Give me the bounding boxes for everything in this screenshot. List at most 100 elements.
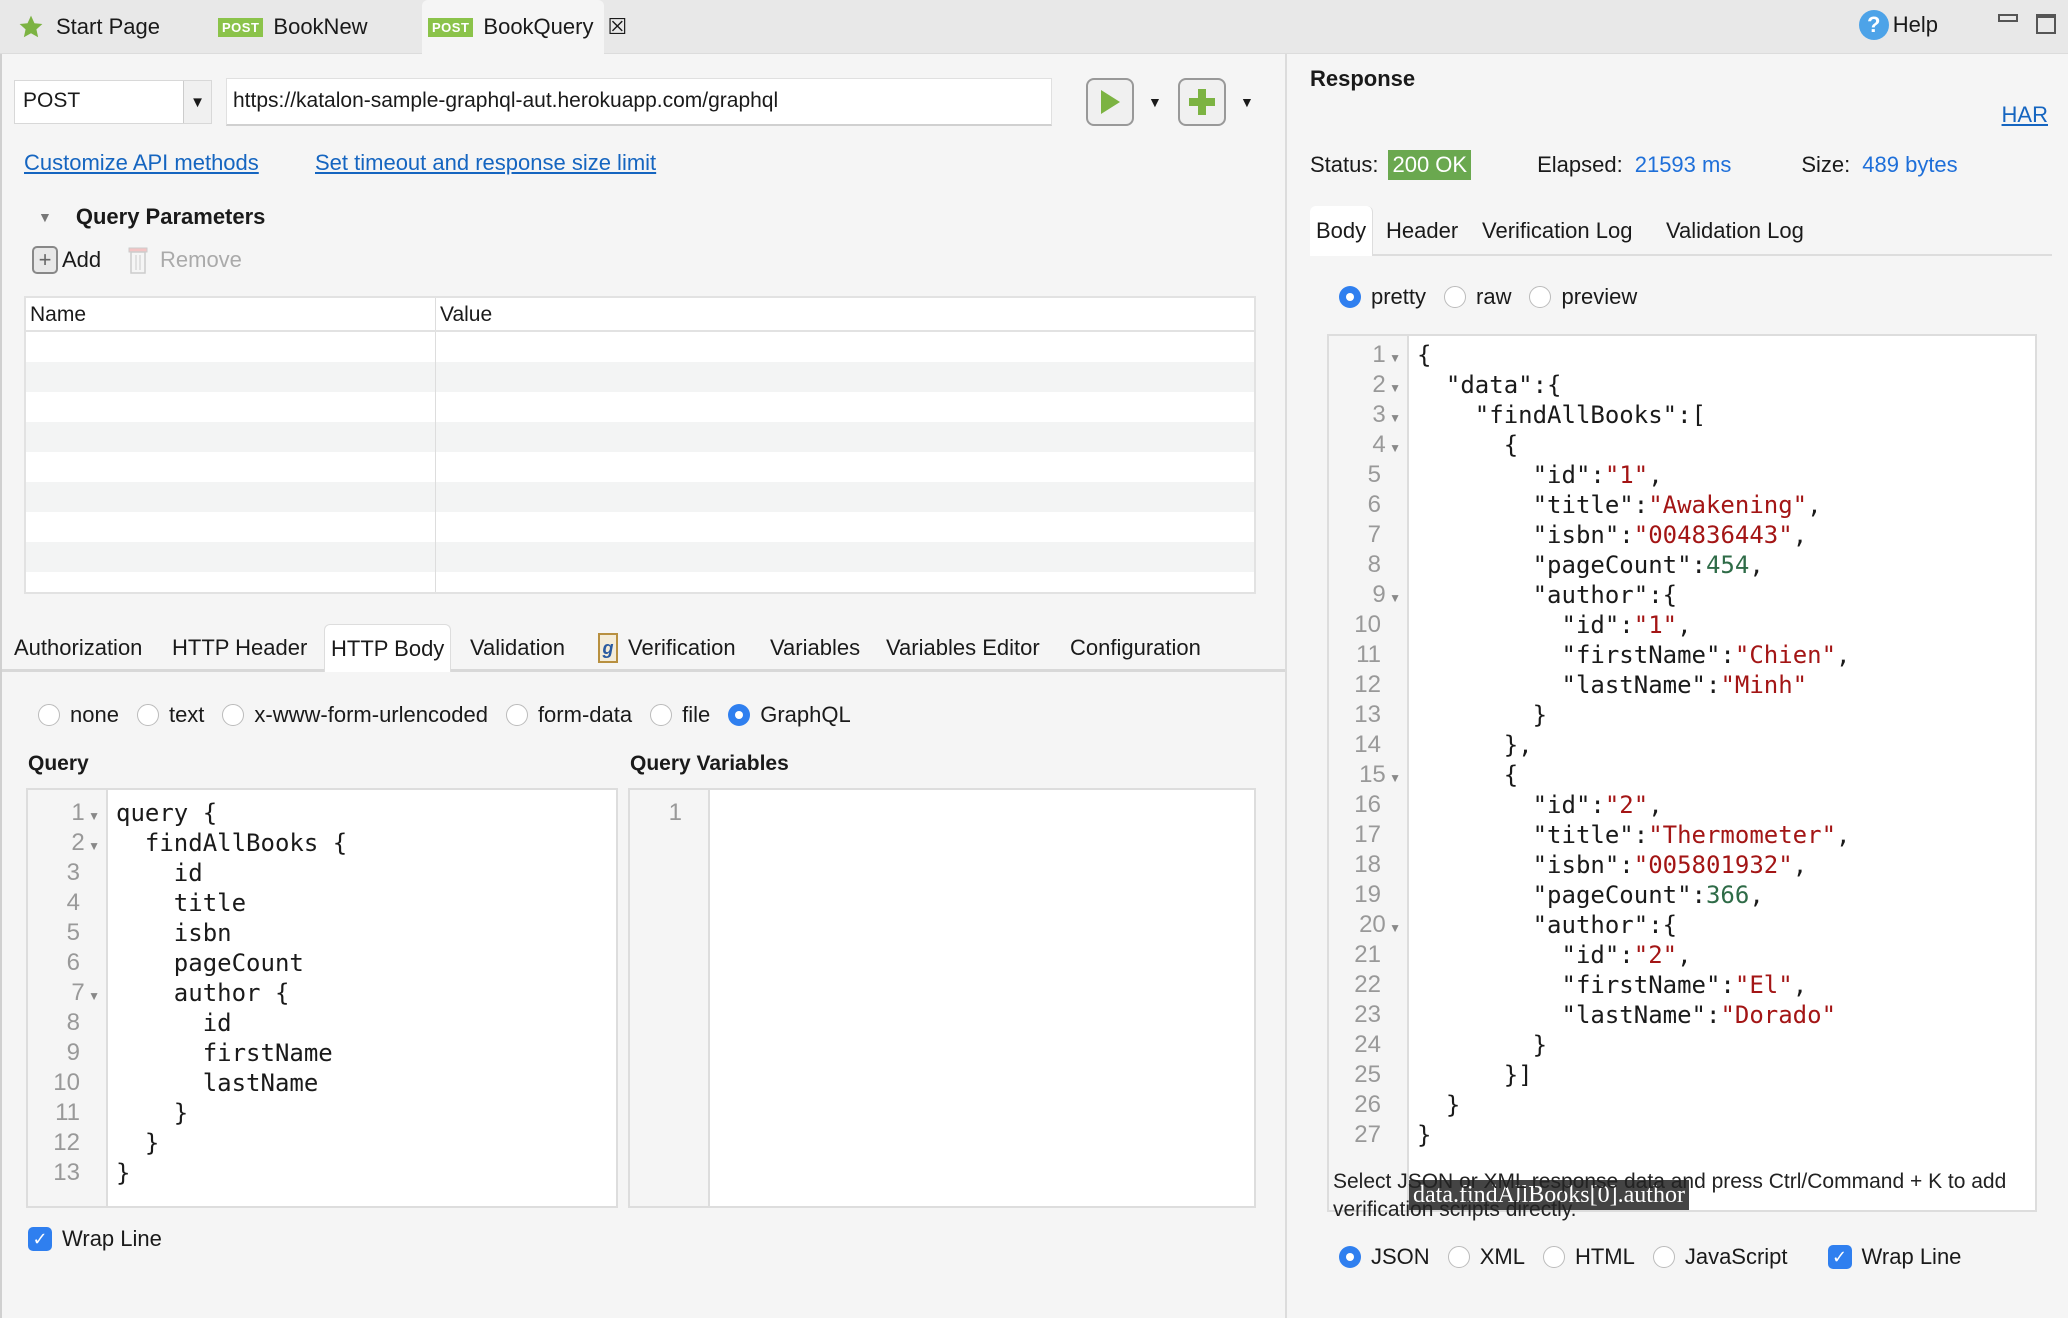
radio-raw[interactable]: raw xyxy=(1444,284,1511,310)
tab-authorization[interactable]: Authorization xyxy=(14,624,142,672)
table-row[interactable] xyxy=(26,422,1254,452)
chevron-down-icon[interactable]: ▼ xyxy=(183,81,211,123)
fold-toggle-icon[interactable]: ▼ xyxy=(1386,381,1401,395)
radio-label: x-www-form-urlencoded xyxy=(254,702,488,727)
add-button[interactable] xyxy=(1178,78,1226,126)
query-variables-editor[interactable]: 1 xyxy=(628,788,1256,1208)
run-dropdown-icon[interactable]: ▼ xyxy=(1148,94,1162,110)
url-input[interactable]: https://katalon-sample-graphql-aut.herok… xyxy=(226,78,1052,126)
tab-start-page[interactable]: Start Page xyxy=(12,0,166,54)
radio-selected-icon[interactable] xyxy=(728,704,751,726)
checkbox-checked-icon[interactable]: ✓ xyxy=(28,1227,52,1251)
radio-unselected-icon[interactable] xyxy=(650,704,673,726)
radio-xml[interactable]: XML xyxy=(1447,1244,1525,1270)
radio-graphql[interactable]: GraphQL xyxy=(728,702,851,728)
radio-selected-icon[interactable] xyxy=(1339,286,1361,308)
customize-api-methods-link[interactable]: Customize API methods xyxy=(24,150,259,176)
tab-variables[interactable]: Variables xyxy=(770,624,860,672)
radio-html[interactable]: HTML xyxy=(1542,1244,1635,1270)
query-parameters-header[interactable]: ▼ Query Parameters xyxy=(38,204,265,230)
radio-unselected-icon[interactable] xyxy=(1444,286,1467,308)
radio-unselected-icon[interactable] xyxy=(38,704,60,726)
help-label: Help xyxy=(1892,12,1938,37)
add-dropdown-icon[interactable]: ▼ xyxy=(1240,94,1254,110)
http-method-select[interactable]: POST ▼ xyxy=(14,80,212,124)
fold-toggle-icon[interactable]: ▼ xyxy=(1386,351,1401,365)
radio-javascript[interactable]: JavaScript xyxy=(1652,1244,1788,1270)
radio-text[interactable]: text xyxy=(136,702,204,728)
radio-unselected-icon[interactable] xyxy=(1447,1246,1470,1268)
table-row[interactable] xyxy=(26,362,1254,392)
tab-http-header[interactable]: HTTP Header xyxy=(172,624,307,672)
tab-validation-log[interactable]: Validation Log xyxy=(1666,206,1804,256)
fold-toggle-icon[interactable]: ▼ xyxy=(85,989,100,1003)
line-number: 25 xyxy=(1354,1061,1381,1088)
query-params-table[interactable]: Name Value xyxy=(24,296,1256,594)
query-wrap-line-toggle[interactable]: ✓ Wrap Line xyxy=(28,1226,162,1252)
line-number: 3 ▼ xyxy=(1372,401,1401,428)
tab-body[interactable]: Body xyxy=(1310,206,1374,256)
radio-unselected-icon[interactable] xyxy=(1542,1246,1565,1268)
radio-unselected-icon[interactable] xyxy=(1529,286,1552,308)
radio-preview[interactable]: preview xyxy=(1529,284,1637,310)
tab-http-body[interactable]: HTTP Body xyxy=(324,624,452,672)
fold-toggle-icon[interactable]: ▼ xyxy=(85,809,100,823)
radio-none[interactable]: none xyxy=(38,702,119,728)
radio-json[interactable]: JSON xyxy=(1339,1244,1430,1270)
code-line: { xyxy=(1417,341,1432,369)
query-label: Query xyxy=(28,752,89,775)
code-line: id xyxy=(116,1009,232,1037)
tab-header[interactable]: Header xyxy=(1386,206,1458,256)
radio-unselected-icon[interactable] xyxy=(222,704,245,726)
fold-toggle-icon[interactable]: ▼ xyxy=(1386,441,1401,455)
fold-toggle-icon[interactable]: ▼ xyxy=(1386,771,1401,785)
tab-configuration[interactable]: Configuration xyxy=(1070,624,1201,672)
radio-unselected-icon[interactable] xyxy=(505,704,528,726)
line-number: 1 xyxy=(668,799,682,826)
fold-toggle-icon[interactable]: ▼ xyxy=(1386,591,1401,605)
response-wrap-line-toggle[interactable]: ✓ Wrap Line xyxy=(1827,1244,1961,1270)
table-row[interactable] xyxy=(26,392,1254,422)
radio-selected-icon[interactable] xyxy=(1339,1246,1361,1268)
line-number: 17 xyxy=(1354,821,1381,848)
table-row[interactable] xyxy=(26,542,1254,572)
column-header-name[interactable]: Name xyxy=(26,298,436,330)
fold-toggle-icon[interactable]: ▼ xyxy=(85,839,100,853)
tab-verification[interactable]: g Verification xyxy=(598,624,736,672)
line-number: 9 xyxy=(66,1039,80,1066)
query-editor[interactable]: 1 ▼ 2 ▼ 3 4 5 6 7 ▼ 8 9 10 11 12 13 query { findAllB… xyxy=(26,788,618,1208)
table-row[interactable] xyxy=(26,482,1254,512)
table-row[interactable] xyxy=(26,572,1254,592)
table-row[interactable] xyxy=(26,512,1254,542)
radio-unselected-icon[interactable] xyxy=(1652,1246,1675,1268)
remove-param-button[interactable]: Remove xyxy=(128,246,242,274)
radio-x-www-form-urlencoded[interactable]: x-www-form-urlencoded xyxy=(222,702,488,728)
table-row[interactable] xyxy=(26,332,1254,362)
add-param-button[interactable]: + Add xyxy=(32,246,101,274)
radio-file[interactable]: file xyxy=(650,702,710,728)
fold-toggle-icon[interactable]: ▼ xyxy=(1386,921,1401,935)
radio-pretty[interactable]: pretty xyxy=(1339,284,1426,310)
tab-verification-log[interactable]: Verification Log xyxy=(1482,206,1632,256)
radio-form-data[interactable]: form-data xyxy=(505,702,632,728)
radio-unselected-icon[interactable] xyxy=(136,704,159,726)
tab-booknew[interactable]: POST BookNew xyxy=(218,0,368,54)
minimize-icon[interactable] xyxy=(1998,14,2018,22)
set-timeout-link[interactable]: Set timeout and response size limit xyxy=(315,150,656,176)
radio-label: preview xyxy=(1561,284,1638,309)
tab-validation[interactable]: Validation xyxy=(470,624,565,672)
response-body-viewer[interactable]: 1 ▼ 2 ▼ 3 ▼ 4 ▼ 5 6 7 8 9 ▼ 10 11 12 13 14 15 ▼ 16 17 18 1… xyxy=(1327,334,2037,1212)
har-link[interactable]: HAR xyxy=(2002,102,2048,128)
table-row[interactable] xyxy=(26,452,1254,482)
close-tab-icon[interactable]: ☒ xyxy=(607,14,627,40)
maximize-icon[interactable] xyxy=(2036,14,2056,34)
line-number: 4 xyxy=(66,889,80,916)
tab-variables-editor[interactable]: Variables Editor xyxy=(886,624,1040,672)
run-button[interactable] xyxy=(1086,78,1134,126)
column-header-value[interactable]: Value xyxy=(436,298,496,330)
tab-bookquery[interactable]: POST BookQuery ☒ xyxy=(422,0,627,54)
checkbox-checked-icon[interactable]: ✓ xyxy=(1827,1245,1852,1269)
help-button[interactable]: ? Help xyxy=(1858,10,1938,40)
collapse-triangle-icon[interactable]: ▼ xyxy=(38,209,52,225)
fold-toggle-icon[interactable]: ▼ xyxy=(1386,411,1401,425)
